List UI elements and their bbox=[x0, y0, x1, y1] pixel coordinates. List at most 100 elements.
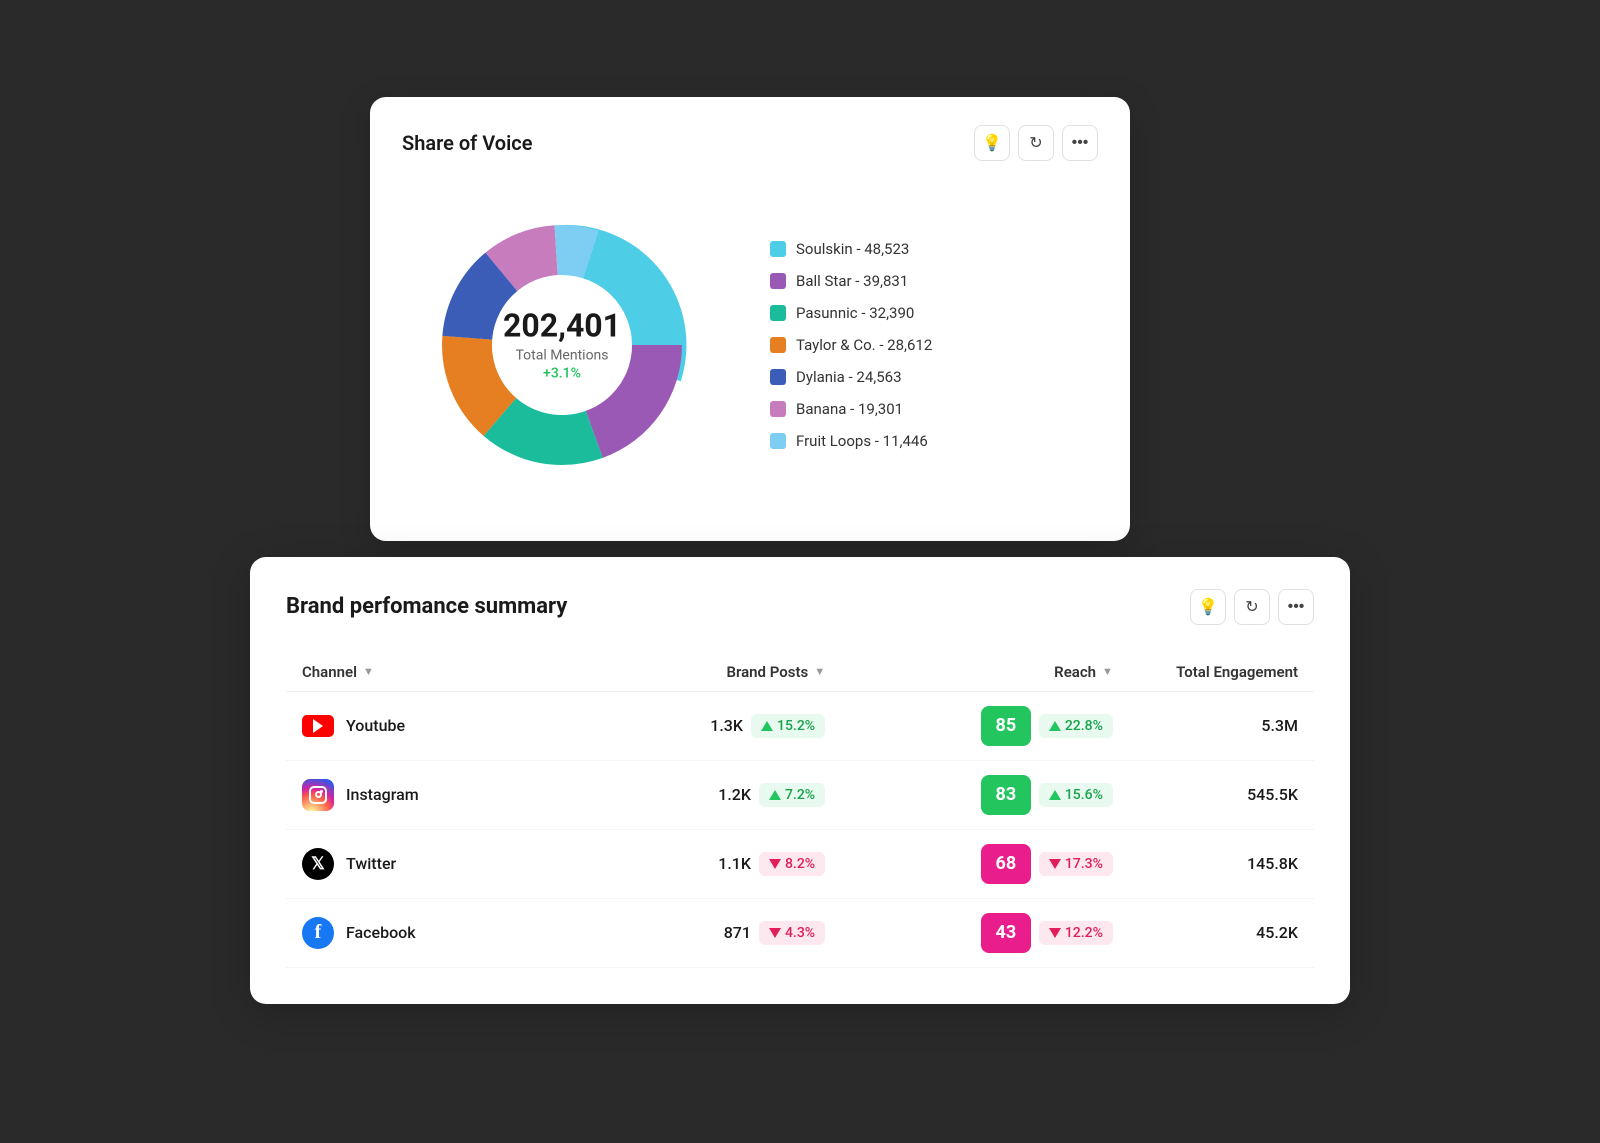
legend-dot bbox=[770, 401, 786, 417]
legend-dot bbox=[770, 241, 786, 257]
engagement-cell: 545.5K bbox=[1129, 760, 1314, 829]
posts-trend-badge: 4.3% bbox=[759, 921, 825, 945]
posts-value: 871 bbox=[724, 923, 751, 942]
posts-cell: 871 4.3% bbox=[574, 898, 841, 967]
posts-value: 1.1K bbox=[718, 854, 751, 873]
donut-center: 202,401 Total Mentions +3.1% bbox=[503, 308, 621, 381]
reach-trend-badge: 15.6% bbox=[1039, 783, 1113, 807]
table-header-row: Channel ▼ Brand Posts ▼ Reach ▼ bbox=[286, 653, 1314, 692]
legend-label: Dylania - 24,563 bbox=[796, 368, 902, 386]
legend-item: Pasunnic - 32,390 bbox=[770, 304, 932, 322]
legend-dot bbox=[770, 337, 786, 353]
up-arrow-icon bbox=[769, 790, 781, 800]
posts-value: 1.3K bbox=[710, 716, 743, 735]
donut-chart: 202,401 Total Mentions +3.1% bbox=[402, 185, 722, 505]
table-row: Instagram 1.2K 7.2% 83 15.6% 545.5K bbox=[286, 760, 1314, 829]
reach-cell: 68 17.3% bbox=[841, 829, 1129, 898]
reach-score: 83 bbox=[981, 775, 1031, 815]
donut-label: Total Mentions bbox=[503, 347, 621, 363]
sov-actions: 💡 ↻ ••• bbox=[974, 125, 1098, 161]
instagram-icon bbox=[302, 779, 334, 811]
posts-trend-badge: 7.2% bbox=[759, 783, 825, 807]
up-arrow-icon bbox=[1049, 721, 1061, 731]
th-channel[interactable]: Channel ▼ bbox=[286, 653, 574, 692]
legend-item: Soulskin - 48,523 bbox=[770, 240, 932, 258]
down-arrow-icon bbox=[769, 859, 781, 869]
sov-title: Share of Voice bbox=[402, 131, 533, 155]
reach-trend-badge: 17.3% bbox=[1039, 852, 1113, 876]
legend-item: Taylor & Co. - 28,612 bbox=[770, 336, 932, 354]
table-row: Youtube 1.3K 15.2% 85 22.8% 5.3M bbox=[286, 691, 1314, 760]
channel-name: Facebook bbox=[346, 923, 416, 942]
legend-label: Soulskin - 48,523 bbox=[796, 240, 909, 258]
legend-item: Dylania - 24,563 bbox=[770, 368, 932, 386]
engagement-cell: 45.2K bbox=[1129, 898, 1314, 967]
legend-label: Banana - 19,301 bbox=[796, 400, 903, 418]
sov-content: 202,401 Total Mentions +3.1% Soulskin - … bbox=[402, 185, 1098, 505]
reach-score: 85 bbox=[981, 706, 1031, 746]
donut-change: +3.1% bbox=[503, 365, 621, 381]
perf-bulb-button[interactable]: 💡 bbox=[1190, 589, 1226, 625]
table-row: 𝕏 Twitter 1.1K 8.2% 68 17.3% 145.8K bbox=[286, 829, 1314, 898]
sov-refresh-button[interactable]: ↻ bbox=[1018, 125, 1054, 161]
perf-actions: 💡 ↻ ••• bbox=[1190, 589, 1314, 625]
reach-sort-icon: ▼ bbox=[1102, 665, 1113, 678]
sov-header: Share of Voice 💡 ↻ ••• bbox=[402, 125, 1098, 161]
engagement-cell: 145.8K bbox=[1129, 829, 1314, 898]
legend-label: Fruit Loops - 11,446 bbox=[796, 432, 928, 450]
perf-title: Brand perfomance summary bbox=[286, 594, 567, 619]
th-reach[interactable]: Reach ▼ bbox=[841, 653, 1129, 692]
youtube-icon bbox=[302, 710, 334, 742]
channel-name: Instagram bbox=[346, 785, 419, 804]
down-arrow-icon bbox=[769, 928, 781, 938]
reach-cell: 83 15.6% bbox=[841, 760, 1129, 829]
down-arrow-icon bbox=[1049, 859, 1061, 869]
legend-item: Fruit Loops - 11,446 bbox=[770, 432, 932, 450]
twitter-icon: 𝕏 bbox=[302, 848, 334, 880]
posts-sort-icon: ▼ bbox=[814, 665, 825, 678]
perf-header: Brand perfomance summary 💡 ↻ ••• bbox=[286, 589, 1314, 625]
legend-dot bbox=[770, 369, 786, 385]
perf-table: Channel ▼ Brand Posts ▼ Reach ▼ bbox=[286, 653, 1314, 968]
perf-card: Brand perfomance summary 💡 ↻ ••• Channel… bbox=[250, 557, 1350, 1004]
posts-cell: 1.3K 15.2% bbox=[574, 691, 841, 760]
perf-more-button[interactable]: ••• bbox=[1278, 589, 1314, 625]
legend-label: Ball Star - 39,831 bbox=[796, 272, 908, 290]
sov-bulb-button[interactable]: 💡 bbox=[974, 125, 1010, 161]
reach-cell: 85 22.8% bbox=[841, 691, 1129, 760]
sov-card: Share of Voice 💡 ↻ ••• bbox=[370, 97, 1130, 541]
legend-item: Banana - 19,301 bbox=[770, 400, 932, 418]
posts-trend-badge: 8.2% bbox=[759, 852, 825, 876]
engagement-cell: 5.3M bbox=[1129, 691, 1314, 760]
legend-label: Pasunnic - 32,390 bbox=[796, 304, 914, 322]
reach-trend-badge: 12.2% bbox=[1039, 921, 1113, 945]
channel-sort-icon: ▼ bbox=[363, 665, 374, 678]
legend-dot bbox=[770, 305, 786, 321]
channel-cell: Instagram bbox=[286, 760, 574, 829]
reach-trend-badge: 22.8% bbox=[1039, 714, 1113, 738]
posts-trend-badge: 15.2% bbox=[751, 714, 825, 738]
up-arrow-icon bbox=[761, 721, 773, 731]
legend-dot bbox=[770, 433, 786, 449]
legend-label: Taylor & Co. - 28,612 bbox=[796, 336, 932, 354]
perf-refresh-button[interactable]: ↻ bbox=[1234, 589, 1270, 625]
channel-cell: f Facebook bbox=[286, 898, 574, 967]
legend-dot bbox=[770, 273, 786, 289]
th-engagement: Total Engagement bbox=[1129, 653, 1314, 692]
posts-cell: 1.1K 8.2% bbox=[574, 829, 841, 898]
posts-value: 1.2K bbox=[718, 785, 751, 804]
facebook-icon: f bbox=[302, 917, 334, 949]
channel-cell: 𝕏 Twitter bbox=[286, 829, 574, 898]
channel-name: Twitter bbox=[346, 854, 396, 873]
up-arrow-icon bbox=[1049, 790, 1061, 800]
donut-total: 202,401 bbox=[503, 308, 621, 343]
down-arrow-icon bbox=[1049, 928, 1061, 938]
reach-score: 43 bbox=[981, 913, 1031, 953]
th-posts[interactable]: Brand Posts ▼ bbox=[574, 653, 841, 692]
posts-cell: 1.2K 7.2% bbox=[574, 760, 841, 829]
reach-cell: 43 12.2% bbox=[841, 898, 1129, 967]
sov-legend: Soulskin - 48,523 Ball Star - 39,831 Pas… bbox=[770, 240, 932, 450]
legend-item: Ball Star - 39,831 bbox=[770, 272, 932, 290]
sov-more-button[interactable]: ••• bbox=[1062, 125, 1098, 161]
channel-cell: Youtube bbox=[286, 691, 574, 760]
